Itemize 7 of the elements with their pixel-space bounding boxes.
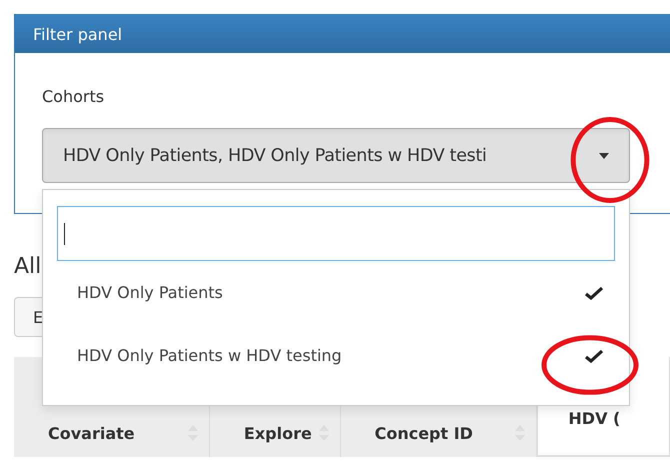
cohorts-dropdown[interactable]: HDV Only Patients, HDV Only Patients w HDV testi	[42, 128, 630, 183]
section-heading: All	[14, 254, 42, 279]
dropdown-option[interactable]: HDV Only Patients	[57, 261, 615, 324]
caret-icon	[599, 152, 609, 158]
cohorts-label: Cohorts	[42, 87, 106, 106]
panel-title: Filter panel	[33, 24, 122, 44]
search-field[interactable]	[57, 206, 615, 261]
